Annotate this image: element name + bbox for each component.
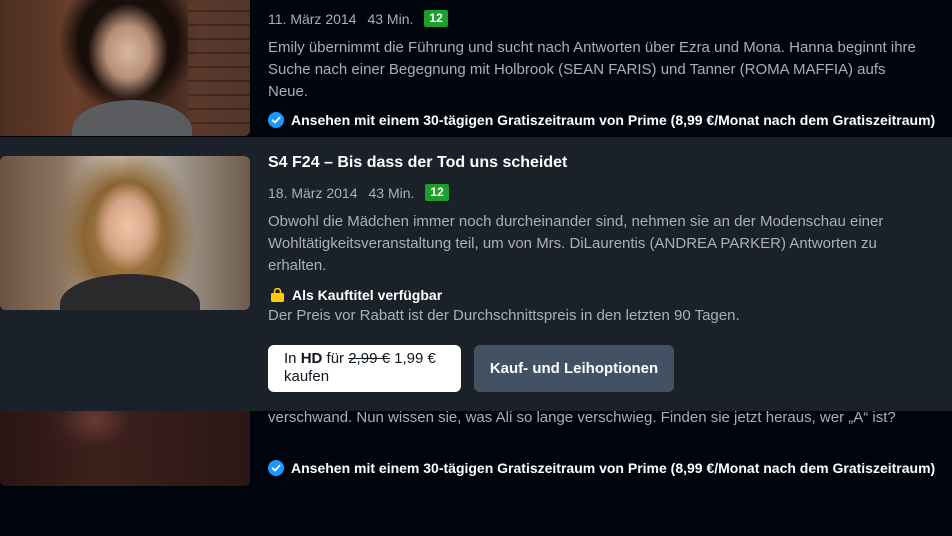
episode-meta: 18. März 2014 43 Min. 12	[268, 184, 449, 201]
duration: 43 Min.	[367, 10, 414, 27]
prime-availability: Ansehen mit einem 30-tägigen Gratiszeitr…	[268, 112, 935, 128]
purchase-label: Als Kauftitel verfügbar	[292, 287, 443, 303]
purchase-availability: Als Kauftitel verfügbar	[270, 287, 442, 303]
episode-thumbnail[interactable]	[0, 156, 250, 310]
episode-meta: 11. März 2014 43 Min. 12	[268, 10, 448, 27]
price-note: Der Preis vor Rabatt ist der Durchschnit…	[268, 307, 740, 324]
episode-list: 11. März 2014 43 Min. 12 Emily übernimmt…	[0, 0, 952, 536]
episode-thumbnail[interactable]	[0, 410, 250, 486]
episode-thumbnail[interactable]	[0, 0, 250, 136]
buy-rent-options-button[interactable]: Kauf- und Leihoptionen	[474, 345, 674, 392]
new-price: 1,99 €	[394, 350, 436, 367]
check-circle-icon	[268, 112, 284, 128]
prime-availability-text: Ansehen mit einem 30-tägigen Gratiszeitr…	[291, 112, 936, 128]
age-rating-badge: 12	[424, 10, 448, 27]
duration: 43 Min.	[368, 184, 415, 201]
episode-title[interactable]: S4 F24 – Bis dass der Tod uns scheidet	[268, 154, 567, 172]
episode-description: Obwohl die Mädchen immer noch durcheinan…	[268, 213, 884, 274]
old-price: 2,99 €	[348, 350, 390, 367]
check-circle-icon	[268, 460, 284, 476]
prime-availability-text: Ansehen mit einem 30-tägigen Gratiszeitr…	[291, 460, 936, 476]
air-date: 18. März 2014	[268, 184, 358, 201]
shopping-bag-icon	[271, 288, 284, 302]
age-rating-badge: 12	[425, 184, 449, 201]
prime-availability: Ansehen mit einem 30-tägigen Gratiszeitr…	[268, 460, 935, 476]
buy-hd-button[interactable]: In HD für 2,99 € 1,99 € kaufen	[268, 345, 461, 392]
episode-description: Emily übernimmt die Führung und sucht na…	[268, 39, 916, 100]
quality-label: HD	[300, 350, 323, 367]
buy-action-label: kaufen	[284, 368, 330, 385]
air-date: 11. März 2014	[268, 10, 357, 27]
